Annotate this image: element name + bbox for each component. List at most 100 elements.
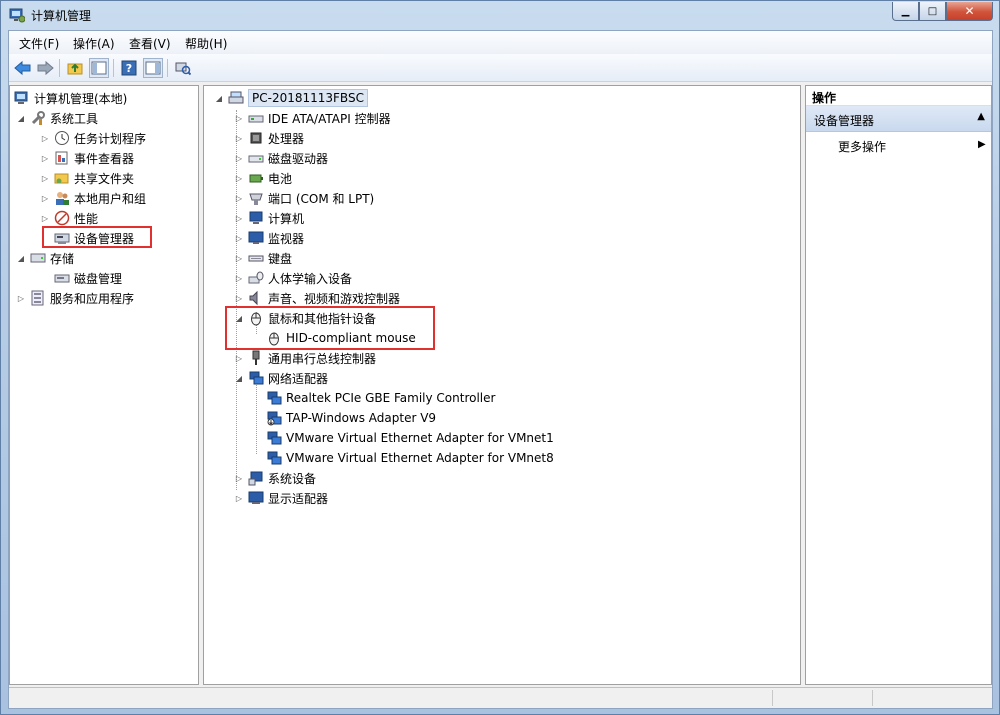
- device-tree-pane[interactable]: ◢ PC-20181113FBSC ▷ IDE ATA/ATAPI 控制器 ▷ …: [203, 85, 801, 685]
- expand-arrow-icon[interactable]: ▷: [40, 173, 50, 183]
- tree-services-apps[interactable]: ▷ 服务和应用程序: [16, 288, 134, 308]
- collapse-arrow-icon[interactable]: ◢: [16, 253, 26, 263]
- shared-folders-label: 共享文件夹: [74, 171, 135, 186]
- device-category-disk-drives[interactable]: ▷ 磁盘驱动器: [234, 148, 328, 168]
- expand-arrow-icon[interactable]: ▷: [234, 173, 244, 183]
- device-category-keyboards[interactable]: ▷ 键盘: [234, 248, 292, 268]
- disk-management-label: 磁盘管理: [74, 271, 123, 286]
- collapse-arrow-icon[interactable]: ◢: [234, 373, 244, 383]
- keyboard-icon: [248, 255, 264, 262]
- console-tree-pane[interactable]: 计算机管理(本地) ◢ 系统工具 ▷ 任务计划程序 ▷ 事件查看器 ▷ 共享文件…: [9, 85, 199, 685]
- disk-management-icon: [54, 274, 70, 283]
- device-net-tap[interactable]: TAP-Windows Adapter V9: [266, 408, 436, 428]
- close-button[interactable]: ✕: [946, 2, 993, 21]
- minimize-button[interactable]: ▁: [892, 2, 919, 21]
- expand-arrow-icon[interactable]: ▷: [234, 473, 244, 483]
- expand-arrow-icon[interactable]: ▷: [234, 133, 244, 143]
- performance-label: 性能: [74, 211, 99, 226]
- device-category-processor[interactable]: ▷ 处理器: [234, 128, 304, 148]
- maximize-button[interactable]: □: [919, 2, 946, 21]
- help-button[interactable]: ?: [119, 58, 139, 78]
- device-category-display[interactable]: ▷ 显示适配器: [234, 488, 328, 508]
- scan-hardware-button[interactable]: [173, 58, 193, 78]
- shared-folder-icon: [54, 173, 69, 184]
- device-category-ports[interactable]: ▷ 端口 (COM 和 LPT): [234, 188, 374, 208]
- tree-task-scheduler[interactable]: ▷ 任务计划程序: [40, 128, 146, 148]
- device-category-system[interactable]: ▷ 系统设备: [234, 468, 316, 488]
- help-icon: ?: [121, 60, 137, 76]
- expand-arrow-icon[interactable]: ▷: [234, 253, 244, 263]
- toolbar-separator: [113, 59, 114, 77]
- menu-view[interactable]: 查看(V): [129, 35, 171, 52]
- computer-icon: [228, 91, 244, 104]
- tree-root[interactable]: 计算机管理(本地): [14, 88, 127, 108]
- expand-arrow-icon[interactable]: ▷: [40, 213, 50, 223]
- expand-arrow-icon[interactable]: ▷: [234, 193, 244, 203]
- computer-category-label: 计算机: [268, 211, 305, 226]
- menu-action[interactable]: 操作(A): [73, 35, 115, 52]
- expand-arrow-icon[interactable]: ▷: [40, 193, 50, 203]
- expand-arrow-icon[interactable]: ▷: [234, 353, 244, 363]
- toolbar-separator: [167, 59, 168, 77]
- expand-arrow-icon[interactable]: ▷: [234, 113, 244, 123]
- show-hide-tree-button[interactable]: [89, 58, 109, 78]
- tree-local-users[interactable]: ▷ 本地用户和组: [40, 188, 146, 208]
- expand-arrow-icon[interactable]: ▷: [234, 493, 244, 503]
- expand-arrow-icon[interactable]: ▷: [234, 233, 244, 243]
- more-actions-item[interactable]: 更多操作: [838, 136, 886, 156]
- device-category-ide[interactable]: ▷ IDE ATA/ATAPI 控制器: [234, 108, 391, 128]
- actions-section-device-manager[interactable]: 设备管理器 ▲: [806, 106, 991, 132]
- expand-arrow-icon[interactable]: ▷: [234, 213, 244, 223]
- battery-icon: [249, 174, 263, 183]
- local-users-label: 本地用户和组: [74, 191, 147, 206]
- device-category-computer[interactable]: ▷ 计算机: [234, 208, 304, 228]
- device-category-sound[interactable]: ▷ 声音、视频和游戏控制器: [234, 288, 400, 308]
- tree-shared-folders[interactable]: ▷ 共享文件夹: [40, 168, 134, 188]
- device-category-battery[interactable]: ▷ 电池: [234, 168, 292, 188]
- speaker-icon: [249, 290, 258, 306]
- show-hide-action-pane-button[interactable]: [143, 58, 163, 78]
- tree-system-tools[interactable]: ◢ 系统工具: [16, 108, 98, 128]
- menu-help[interactable]: 帮助(H): [185, 35, 227, 52]
- menu-file[interactable]: 文件(F): [19, 35, 59, 52]
- collapse-arrow-icon[interactable]: ◢: [214, 93, 224, 103]
- expand-arrow-icon[interactable]: ▷: [234, 153, 244, 163]
- device-category-hid[interactable]: ▷ 人体学输入设备: [234, 268, 352, 288]
- tree-performance[interactable]: ▷ 性能: [40, 208, 98, 228]
- ide-label: IDE ATA/ATAPI 控制器: [268, 111, 391, 126]
- device-category-monitors[interactable]: ▷ 监视器: [234, 228, 304, 248]
- device-category-network[interactable]: ◢ 网络适配器: [234, 368, 328, 388]
- hid-icon: [248, 271, 264, 284]
- tree-storage[interactable]: ◢ 存储: [16, 248, 74, 268]
- back-button[interactable]: [13, 58, 33, 78]
- minimize-icon: ▁: [901, 5, 910, 17]
- monitors-label: 监视器: [268, 231, 305, 246]
- device-net-vmnet8[interactable]: VMware Virtual Ethernet Adapter for VMne…: [266, 448, 554, 468]
- mouse-highlight: [225, 306, 435, 350]
- collapse-arrow-icon[interactable]: ◢: [16, 113, 26, 123]
- tree-root-label: 计算机管理(本地): [34, 91, 128, 106]
- collapse-up-icon[interactable]: ▲: [977, 111, 985, 122]
- status-bar: [9, 687, 992, 708]
- expand-arrow-icon[interactable]: ▷: [40, 133, 50, 143]
- device-tree-computer[interactable]: ◢ PC-20181113FBSC: [214, 88, 368, 108]
- svg-text:?: ?: [126, 62, 132, 75]
- device-net-vmnet1[interactable]: VMware Virtual Ethernet Adapter for VMne…: [266, 428, 554, 448]
- sound-label: 声音、视频和游戏控制器: [268, 291, 401, 306]
- device-category-usb[interactable]: ▷ 通用串行总线控制器: [234, 348, 376, 368]
- more-actions-label: 更多操作: [838, 139, 887, 154]
- title-bar[interactable]: 计算机管理 ▁ □ ✕: [1, 1, 999, 29]
- tree-event-viewer[interactable]: ▷ 事件查看器: [40, 148, 134, 168]
- expand-arrow-icon[interactable]: ▷: [234, 293, 244, 303]
- processor-label: 处理器: [268, 131, 305, 146]
- up-level-button[interactable]: [65, 58, 85, 78]
- expand-arrow-icon[interactable]: ▷: [234, 273, 244, 283]
- expand-arrow-icon[interactable]: ▷: [40, 153, 50, 163]
- forward-button[interactable]: [35, 58, 55, 78]
- expand-arrow-icon[interactable]: ▷: [16, 293, 26, 303]
- network-adapter-icon: [267, 431, 282, 445]
- device-net-realtek[interactable]: Realtek PCIe GBE Family Controller: [266, 388, 495, 408]
- maximize-icon: □: [927, 5, 938, 17]
- toolbar: ?: [9, 54, 992, 82]
- tree-disk-management[interactable]: 磁盘管理: [54, 268, 122, 288]
